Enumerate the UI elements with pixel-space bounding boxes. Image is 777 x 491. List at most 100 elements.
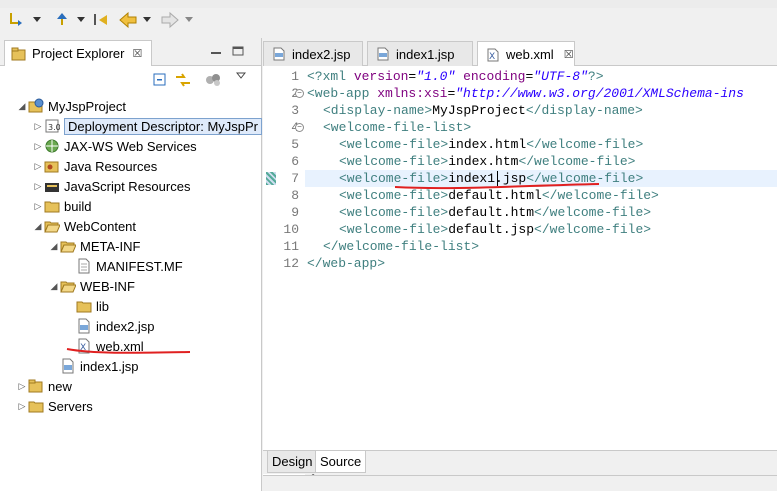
line-number: 11: [283, 239, 299, 254]
expanded-arrow-icon[interactable]: ◢: [48, 236, 60, 256]
link-with-editor-icon[interactable]: [174, 72, 192, 88]
bottom-panel-strip: [263, 475, 777, 491]
open-folder-icon: [60, 281, 76, 293]
tree-item-webcontent[interactable]: ◢ WebContent: [32, 216, 137, 236]
next-annotation-dropdown[interactable]: [30, 10, 44, 30]
code-line: <welcome-file>default.jsp</welcome-file>: [339, 222, 652, 237]
previous-annotation-button[interactable]: [50, 10, 74, 30]
toolbar-top-strip: [0, 0, 777, 8]
collapsed-arrow-icon[interactable]: ▷: [32, 176, 44, 196]
previous-annotation-dropdown[interactable]: [74, 10, 88, 30]
expanded-arrow-icon[interactable]: ◢: [32, 216, 44, 236]
project-icon: [28, 379, 43, 393]
line-number: 6: [291, 154, 299, 169]
tree-item-manifest-mf[interactable]: MANIFEST.MF: [64, 256, 183, 276]
tree-item-web-inf[interactable]: ◢ WEB-INF: [48, 276, 135, 296]
folder-icon: [44, 201, 60, 213]
code-line: </welcome-file-list>: [323, 239, 480, 254]
expanded-arrow-icon[interactable]: ◢: [16, 96, 28, 116]
main-toolbar: [0, 0, 777, 38]
collapsed-arrow-icon[interactable]: ▷: [32, 116, 44, 136]
file-icon: [78, 258, 90, 274]
tree-item-label: build: [64, 198, 92, 214]
collapsed-arrow-icon[interactable]: ▷: [16, 376, 28, 396]
editor-tab-web-xml[interactable]: X web.xml ☒: [477, 41, 575, 67]
jsp-file-icon: [78, 318, 90, 334]
folder-icon: [76, 301, 92, 313]
minimize-icon[interactable]: [210, 46, 222, 56]
editor-tab-index2-jsp[interactable]: index2.jsp: [263, 41, 363, 66]
next-annotation-icon: [10, 13, 22, 26]
open-folder-icon: [60, 241, 76, 253]
editor-tab-label: index1.jsp: [396, 46, 455, 62]
line-number-gutter: 1 2 − 3 4 − 5 6 7 8 9 10 11 12: [263, 66, 305, 468]
tree-item-lib[interactable]: lib: [64, 296, 109, 316]
collapsed-arrow-icon[interactable]: ▷: [32, 156, 44, 176]
line-number: 1: [291, 69, 299, 84]
expanded-arrow-icon[interactable]: ◢: [48, 276, 60, 296]
svg-text:3.0: 3.0: [48, 123, 60, 132]
tree-item-label: Deployment Descriptor: MyJspPr: [64, 117, 262, 135]
tree-item-javascript-resources[interactable]: ▷ JavaScript Resources: [32, 176, 191, 196]
project-explorer-toolbar: [0, 66, 261, 96]
last-edit-location-button[interactable]: [90, 10, 112, 30]
collapsed-arrow-icon[interactable]: ▷: [32, 196, 44, 216]
collapsed-arrow-icon[interactable]: ▷: [16, 396, 28, 416]
project-explorer-tab[interactable]: Project Explorer ☒: [4, 40, 152, 66]
change-marker: [266, 172, 276, 185]
tree-item-myjspproject[interactable]: ◢ MyJspProject: [16, 96, 126, 116]
line-number: 5: [291, 137, 299, 152]
editor-tab-label: index2.jsp: [292, 46, 351, 62]
tree-item-meta-inf[interactable]: ◢ META-INF: [48, 236, 141, 256]
next-annotation-button[interactable]: [6, 10, 30, 30]
fold-minus-icon[interactable]: −: [295, 123, 304, 132]
code-line: <display-name>MyJspProject</display-name…: [323, 103, 643, 118]
tree-item-label: JAX-WS Web Services: [64, 138, 197, 154]
line-number: 8: [291, 188, 299, 203]
collapsed-arrow-icon[interactable]: ▷: [32, 136, 44, 156]
view-menu-icon[interactable]: [236, 72, 246, 80]
tree-item-label: META-INF: [80, 238, 141, 254]
tree-item-index1-jsp[interactable]: index1.jsp: [48, 356, 139, 376]
tree-item-label: lib: [96, 298, 110, 314]
forward-dropdown[interactable]: [182, 10, 196, 30]
editor-tab-index1-jsp[interactable]: index1.jsp: [367, 41, 473, 66]
tree-item-deployment-descriptor[interactable]: ▷ 3.0 Deployment Descriptor: MyJspPr: [32, 116, 262, 136]
line-number: 7: [291, 171, 299, 186]
editor-area: index2.jsp index1.jsp X web.xml ☒ 1 2 − …: [263, 38, 777, 491]
tree-item-label: index2.jsp: [96, 318, 155, 334]
back-dropdown[interactable]: [140, 10, 154, 30]
editor-mode-tabs: Design Source: [263, 450, 777, 474]
tree-item-label: new: [48, 378, 72, 394]
back-button[interactable]: [116, 10, 140, 30]
javascript-resources-icon: [45, 183, 59, 192]
chevron-down-icon: [77, 17, 85, 22]
maximize-icon[interactable]: [232, 46, 244, 56]
tree-item-label: MyJspProject: [48, 98, 127, 114]
tree-item-new[interactable]: ▷ new: [16, 376, 72, 396]
tree-item-label: index1.jsp: [80, 358, 139, 374]
forward-arrow-icon: [161, 11, 179, 29]
code-line: <welcome-file-list>: [323, 120, 472, 135]
web-project-icon: [28, 98, 44, 113]
fold-minus-icon[interactable]: −: [295, 89, 304, 98]
tree-item-jax-ws-web-services[interactable]: ▷ JAX-WS Web Services: [32, 136, 197, 156]
chevron-down-icon: [185, 17, 193, 22]
tree-item-build[interactable]: ▷ build: [32, 196, 92, 216]
filters-icon[interactable]: [205, 72, 223, 88]
tree-item-label: JavaScript Resources: [64, 178, 191, 194]
chevron-down-icon: [143, 17, 151, 22]
design-tab[interactable]: Design: [267, 451, 318, 473]
source-editor[interactable]: 1 2 − 3 4 − 5 6 7 8 9 10 11 12 <?xml ver…: [263, 66, 777, 484]
collapse-all-icon[interactable]: [152, 72, 168, 88]
close-icon[interactable]: ☒: [132, 47, 142, 60]
tree-item-java-resources[interactable]: ▷ Java Resources: [32, 156, 158, 176]
previous-annotation-icon: [57, 13, 67, 25]
forward-button[interactable]: [158, 10, 182, 30]
source-tab[interactable]: Source: [315, 451, 367, 473]
last-edit-icon: [94, 14, 107, 25]
java-resources-icon: [44, 161, 59, 173]
close-icon[interactable]: ☒: [564, 48, 574, 61]
tree-item-servers[interactable]: ▷ Servers: [16, 396, 93, 416]
tree-item-index2-jsp[interactable]: index2.jsp: [64, 316, 155, 336]
